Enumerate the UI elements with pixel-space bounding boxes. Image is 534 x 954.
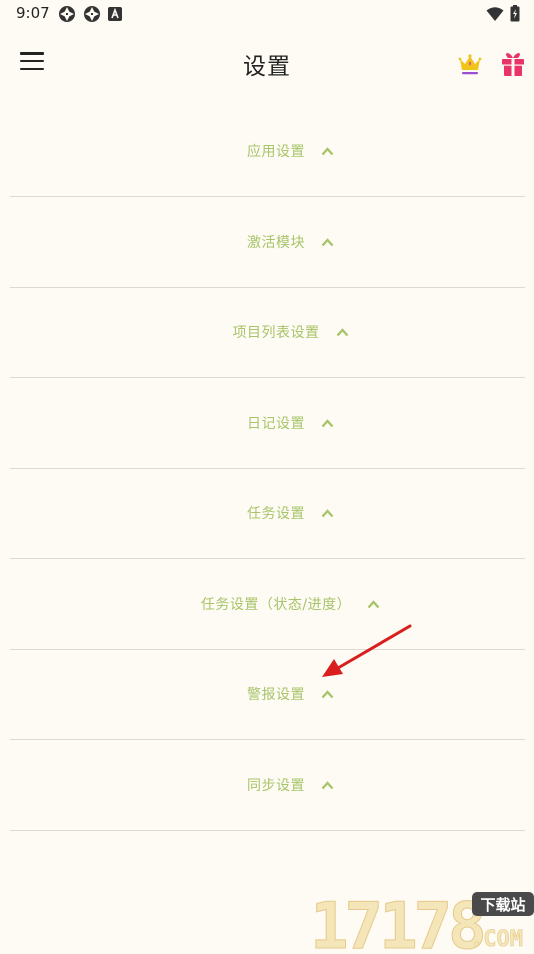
wifi-icon <box>486 6 504 21</box>
accessibility-icon <box>108 7 122 21</box>
watermark-site: 下载站 <box>480 896 525 914</box>
section-activate-modules[interactable]: 激活模块 <box>10 197 525 288</box>
section-diary-settings[interactable]: 日记设置 <box>10 378 525 469</box>
status-left-icons <box>58 5 122 23</box>
gift-icon[interactable] <box>500 51 526 77</box>
section-label: 警报设置 <box>247 687 305 703</box>
section-alarm-settings[interactable]: 警报设置 <box>10 649 525 740</box>
watermark-number: 17178 <box>310 890 483 950</box>
section-label: 项目列表设置 <box>232 325 320 341</box>
status-bar: 9:07 <box>0 0 534 28</box>
section-label: 同步设置 <box>247 778 305 794</box>
chevron-up-icon <box>367 599 380 608</box>
status-time: 9:07 <box>16 4 50 22</box>
chevron-up-icon <box>321 237 334 246</box>
app-bar: 设置 <box>0 38 534 90</box>
battery-icon <box>510 5 520 22</box>
status-right-icons <box>486 5 520 22</box>
watermark-domain: .COM <box>470 927 523 950</box>
section-label: 应用设置 <box>247 144 305 160</box>
section-task-settings[interactable]: 任务设置 <box>10 468 525 559</box>
section-app-settings[interactable]: 应用设置 <box>10 106 525 197</box>
chevron-up-icon <box>336 327 348 336</box>
chevron-up-icon <box>321 689 334 698</box>
section-task-status-settings[interactable]: 任务设置（状态/进度） <box>10 559 525 650</box>
section-project-list-settings[interactable]: 项目列表设置 <box>10 287 525 378</box>
section-label: 任务设置 <box>247 506 305 522</box>
chevron-up-icon <box>321 508 334 517</box>
chevron-up-icon <box>321 418 334 427</box>
section-label: 日记设置 <box>247 416 305 432</box>
section-label: 任务设置（状态/进度） <box>200 597 352 613</box>
app-notification-icon <box>84 6 100 22</box>
chevron-up-icon <box>321 146 334 155</box>
page-title: 设置 <box>243 54 291 80</box>
watermark-logo: 17178 下载站 .COM <box>310 888 534 954</box>
section-sync-settings[interactable]: 同步设置 <box>10 740 525 831</box>
annotation-arrow-icon <box>322 624 412 677</box>
app-notification-icon <box>59 6 75 22</box>
chevron-up-icon <box>321 780 334 789</box>
crown-icon[interactable] <box>457 51 483 77</box>
section-label: 激活模块 <box>247 235 305 251</box>
